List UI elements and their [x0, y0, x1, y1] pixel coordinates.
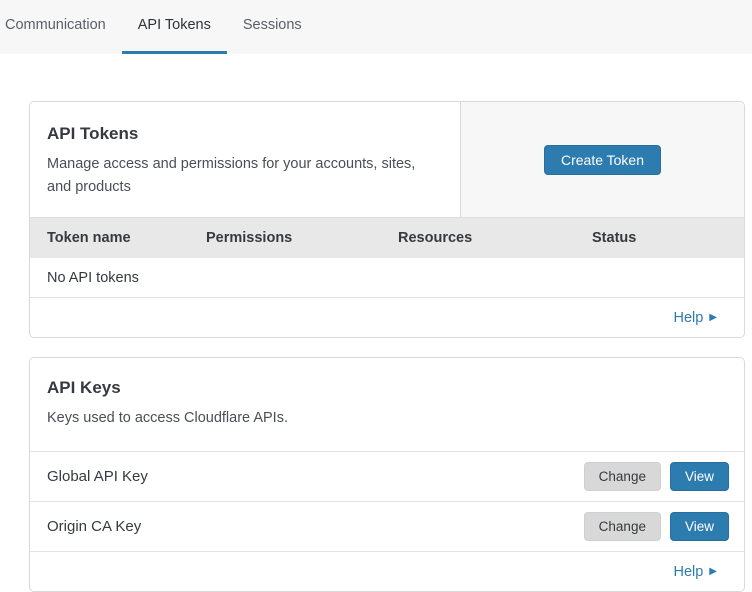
api-tokens-card-action-panel: Create Token: [460, 102, 744, 217]
api-keys-help-link[interactable]: Help ▶: [673, 564, 717, 580]
help-arrow-icon: ▶: [709, 566, 717, 577]
create-token-button[interactable]: Create Token: [544, 145, 661, 175]
api-key-row-origin-ca: Origin CA Key Change View: [30, 502, 744, 552]
column-header-resources: Resources: [398, 230, 592, 246]
view-origin-ca-key-button[interactable]: View: [670, 512, 729, 541]
api-tokens-card: API Tokens Manage access and permissions…: [29, 101, 745, 338]
tab-sessions[interactable]: Sessions: [227, 0, 318, 54]
global-api-key-actions: Change View: [584, 462, 729, 491]
api-keys-card: API Keys Keys used to access Cloudflare …: [29, 357, 745, 592]
tokens-table-header: Token name Permissions Resources Status: [30, 217, 744, 258]
api-tokens-card-footer: Help ▶: [30, 298, 744, 337]
no-api-tokens-text: No API tokens: [47, 270, 139, 286]
column-header-permissions: Permissions: [206, 230, 398, 246]
origin-ca-key-actions: Change View: [584, 512, 729, 541]
api-keys-card-footer: Help ▶: [30, 552, 744, 591]
api-tokens-title: API Tokens: [47, 124, 443, 144]
api-tokens-card-header: API Tokens Manage access and permissions…: [30, 102, 744, 217]
help-link-label: Help: [673, 310, 703, 326]
tab-api-tokens[interactable]: API Tokens: [122, 0, 227, 54]
origin-ca-key-label: Origin CA Key: [47, 518, 141, 535]
api-tokens-help-link[interactable]: Help ▶: [673, 310, 717, 326]
profile-content: API Tokens Manage access and permissions…: [0, 54, 752, 592]
api-key-row-global: Global API Key Change View: [30, 452, 744, 502]
help-arrow-icon: ▶: [709, 312, 717, 323]
change-global-api-key-button[interactable]: Change: [584, 462, 661, 491]
global-api-key-label: Global API Key: [47, 468, 148, 485]
change-origin-ca-key-button[interactable]: Change: [584, 512, 661, 541]
api-keys-card-header: API Keys Keys used to access Cloudflare …: [30, 358, 744, 452]
tab-communication[interactable]: Communication: [5, 0, 122, 54]
tokens-empty-row: No API tokens: [30, 258, 744, 298]
tab-bar: Communication API Tokens Sessions: [0, 0, 752, 54]
api-tokens-card-header-text: API Tokens Manage access and permissions…: [30, 102, 460, 217]
help-link-label: Help: [673, 564, 703, 580]
api-keys-title: API Keys: [47, 378, 727, 398]
view-global-api-key-button[interactable]: View: [670, 462, 729, 491]
api-keys-description: Keys used to access Cloudflare APIs.: [47, 407, 419, 430]
column-header-token-name: Token name: [47, 230, 206, 246]
column-header-status: Status: [592, 230, 744, 246]
api-tokens-description: Manage access and permissions for your a…: [47, 153, 419, 199]
